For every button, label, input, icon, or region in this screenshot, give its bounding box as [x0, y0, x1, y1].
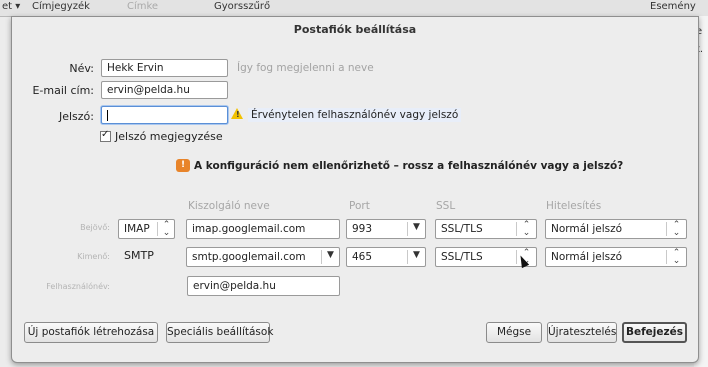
- dialog-title: Postafiók beállítása: [293, 23, 417, 36]
- incoming-server-value: imap.googlemail.com: [192, 223, 306, 235]
- incoming-ssl-value: SSL/TLS: [441, 223, 483, 235]
- outgoing-protocol: SMTP: [124, 249, 154, 262]
- incoming-protocol-value: IMAP: [124, 223, 150, 235]
- password-input[interactable]: [101, 106, 228, 124]
- chevron-down-icon: ▼: [413, 250, 420, 260]
- separator: [407, 222, 408, 236]
- outgoing-ssl-value: SSL/TLS: [441, 251, 483, 263]
- new-account-button[interactable]: Új postafiók létrehozása: [24, 322, 158, 343]
- username-input[interactable]: ervin@pelda.hu: [187, 276, 340, 296]
- incoming-auth-select[interactable]: Normál jelszó ⌃ ⌄: [545, 219, 687, 239]
- col-ssl-header: SSL: [436, 200, 456, 212]
- outgoing-port-combo[interactable]: 465 ▼: [346, 247, 426, 267]
- warning-icon: !: [231, 108, 243, 119]
- incoming-ssl-select[interactable]: SSL/TLS ⌃ ⌄: [435, 219, 537, 239]
- addressbook-tab[interactable]: Címjegyzék: [32, 1, 90, 12]
- updown-icon: ⌃ ⌄: [672, 220, 681, 238]
- remember-password-label[interactable]: Jelszó megjegyzése: [115, 130, 223, 143]
- col-auth-header: Hitelesítés: [546, 200, 602, 212]
- email-label: E-mail cím:: [32, 84, 94, 97]
- outgoing-auth-select[interactable]: Normál jelszó ⌃ ⌄: [545, 247, 687, 267]
- outgoing-server-combo[interactable]: smtp.googlemail.com ▼: [186, 247, 340, 267]
- text-caret: [107, 110, 108, 121]
- username-label: Felhasználónév:: [46, 282, 110, 291]
- password-label: Jelszó:: [58, 110, 94, 123]
- account-setup-dialog: Postafiók beállítása Név: Hekk Ervin Így…: [11, 16, 699, 363]
- outgoing-label: Kimenő:: [77, 252, 110, 261]
- outgoing-server-value: smtp.googlemail.com: [192, 251, 306, 263]
- alert-message: A konfiguráció nem ellenőrizhető – rossz…: [194, 160, 624, 172]
- toolbar-fragment: et ▾: [2, 1, 21, 12]
- col-port-header: Port: [349, 200, 370, 212]
- events-label: Esemény: [650, 1, 696, 12]
- chevron-down-icon: ▼: [327, 250, 334, 260]
- outgoing-auth-value: Normál jelszó: [551, 251, 623, 263]
- incoming-port-combo[interactable]: 993 ▼: [346, 219, 426, 239]
- retest-button[interactable]: Újratesztelés: [547, 322, 617, 343]
- remember-password-checkbox[interactable]: [100, 129, 111, 142]
- incoming-server-input[interactable]: imap.googlemail.com: [186, 219, 340, 239]
- finish-button[interactable]: Befejezés: [622, 322, 687, 343]
- incoming-label: Bejövő:: [80, 223, 110, 232]
- chevron-down-icon: ▼: [413, 222, 420, 232]
- alert-icon: !: [176, 159, 190, 172]
- col-server-header: Kiszolgáló neve: [188, 200, 270, 212]
- updown-icon: ⌃ ⌄: [162, 220, 171, 238]
- separator: [407, 250, 408, 264]
- quick-filter-tab[interactable]: Gyorsszűrő: [214, 1, 270, 12]
- name-label: Név:: [69, 62, 94, 75]
- name-hint: Így fog megjelenni a neve: [237, 62, 374, 74]
- email-input[interactable]: ervin@pelda.hu: [101, 81, 228, 99]
- separator: [516, 222, 517, 236]
- separator: [321, 250, 322, 264]
- cancel-button[interactable]: Mégse: [486, 322, 542, 343]
- name-input[interactable]: Hekk Ervin: [101, 59, 228, 77]
- updown-icon: ⌃ ⌄: [522, 220, 531, 238]
- background-toolbar: et ▾ Címjegyzék Címke Gyorsszűrő Esemény: [0, 0, 708, 17]
- separator: [666, 222, 667, 236]
- password-error: Érvénytelen felhasználónév vagy jelszó: [248, 108, 462, 122]
- incoming-auth-value: Normál jelszó: [551, 223, 623, 235]
- updown-icon: ⌃ ⌄: [672, 248, 681, 266]
- incoming-protocol-select[interactable]: IMAP ⌃ ⌄: [118, 219, 175, 239]
- separator: [157, 222, 158, 236]
- tag-tab[interactable]: Címke: [127, 1, 158, 12]
- separator: [666, 250, 667, 264]
- advanced-settings-button[interactable]: Speciális beállítások: [166, 322, 273, 343]
- incoming-port-value: 993: [352, 223, 373, 235]
- outgoing-port-value: 465: [352, 251, 373, 263]
